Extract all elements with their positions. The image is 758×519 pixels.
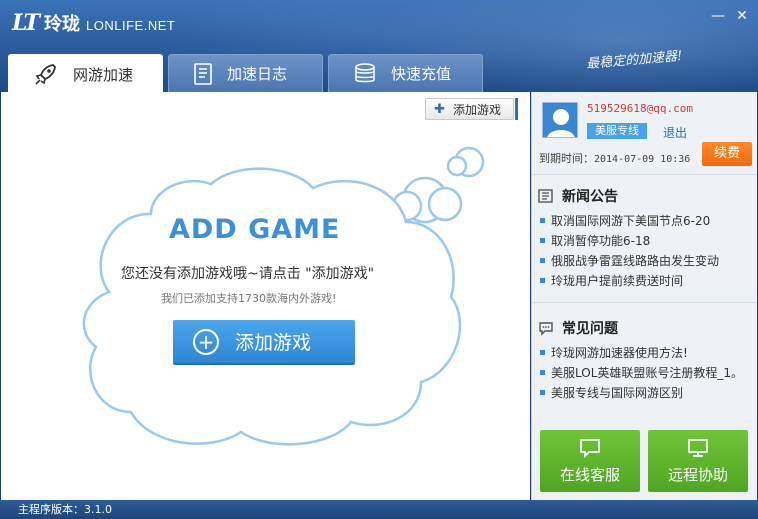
- tab-label: 快速充值: [391, 65, 452, 83]
- divider: [532, 302, 757, 303]
- logout-link[interactable]: 退出: [663, 124, 687, 141]
- version-text: 主程序版本：3.1.0: [18, 503, 112, 516]
- log-icon: [194, 62, 212, 85]
- news-list: 取消国际网游下美国节点6-20 取消暂停功能6-18 俄服战争雷霆线路路由发生变…: [540, 210, 719, 290]
- newspaper-icon: [538, 189, 553, 203]
- expiry-value: 2014-07-09 10:36: [594, 154, 691, 165]
- coins-icon: [355, 62, 375, 82]
- tab-game-acceleration[interactable]: 网游加速: [8, 54, 163, 92]
- window-controls: — ✕: [706, 6, 754, 26]
- avatar[interactable]: [542, 102, 578, 138]
- faq-title: 常见问题: [562, 321, 618, 337]
- account-email: 519529618@qq.com: [587, 102, 693, 115]
- add-game-label: 添加游戏: [235, 332, 312, 354]
- logo-mark: LT: [12, 10, 40, 36]
- empty-state-message: 您还没有添加游戏哦~请点击 "添加游戏": [121, 266, 375, 282]
- faq-list: 玲珑网游加速器使用方法! 美服LOL英雄联盟账号注册教程_1。 美服专线与国际网…: [540, 342, 743, 402]
- faq-header: 常见问题: [538, 318, 618, 338]
- game-panel: ✚ 添加游戏 ADD GAME 您还没有添加游戏哦~请点击 "添加游戏" 我们已…: [1, 92, 530, 500]
- user-icon: [547, 109, 575, 137]
- main-tabs: 网游加速 加速日志 快速充值: [8, 54, 488, 92]
- minimize-button[interactable]: —: [706, 6, 730, 26]
- rocket-icon: [35, 64, 56, 85]
- monitor-icon: [688, 438, 708, 457]
- title-bar: LT 玲珑 LONLIFE.NET — ✕ 最稳定的加速器! 网游加速 加速日志: [0, 0, 758, 92]
- supported-games-message: 我们已添加支持1730款海内外游戏!: [161, 292, 337, 305]
- online-support-label: 在线客服: [559, 465, 620, 484]
- list-item[interactable]: 取消暂停功能6-18: [540, 230, 719, 250]
- list-item[interactable]: 玲珑用户提前续费送时间: [540, 270, 719, 290]
- close-button[interactable]: ✕: [730, 6, 754, 26]
- news-header: 新闻公告: [538, 186, 618, 206]
- plan-badge: 美服专线: [587, 123, 647, 139]
- list-item[interactable]: 玲珑网游加速器使用方法!: [540, 342, 743, 362]
- tab-label: 网游加速: [73, 65, 134, 84]
- news-title: 新闻公告: [562, 189, 618, 205]
- side-panel: 519529618@qq.com 美服专线 退出 到期时间：2014-07-09…: [531, 92, 757, 500]
- chat-bubble-icon: [539, 322, 553, 336]
- logo-domain: LONLIFE.NET: [86, 18, 176, 33]
- slogan: 最稳定的加速器!: [585, 48, 683, 73]
- remote-assist-label: 远程协助: [667, 465, 728, 484]
- plus-circle-icon: +: [193, 328, 219, 355]
- online-support-button[interactable]: 在线客服: [540, 430, 640, 492]
- list-item[interactable]: 美服专线与国际网游区别: [540, 382, 743, 402]
- list-item[interactable]: 俄服战争雷霆线路路由发生变动: [540, 250, 719, 270]
- app-logo: LT 玲珑 LONLIFE.NET: [12, 10, 175, 36]
- list-item[interactable]: 取消国际网游下美国节点6-20: [540, 210, 719, 230]
- renew-button[interactable]: 续费: [702, 142, 752, 166]
- list-item[interactable]: 美服LOL英雄联盟账号注册教程_1。: [540, 362, 743, 382]
- remote-assist-button[interactable]: 远程协助: [648, 430, 748, 492]
- divider: [532, 174, 757, 175]
- chat-icon: [580, 438, 600, 458]
- tab-label: 加速日志: [227, 65, 288, 83]
- logo-chinese-name: 玲珑: [44, 14, 81, 35]
- tab-quick-recharge[interactable]: 快速充值: [328, 54, 483, 92]
- add-game-button[interactable]: + 添加游戏: [173, 320, 355, 363]
- expiry-info: 到期时间：2014-07-09 10:36: [539, 150, 690, 166]
- add-game-heading: ADD GAME: [169, 214, 341, 245]
- status-bar: 主程序版本：3.1.0: [0, 500, 758, 519]
- tab-acceleration-log[interactable]: 加速日志: [168, 54, 323, 92]
- expiry-label: 到期时间：: [539, 152, 594, 165]
- active-tab-pointer: [82, 91, 98, 98]
